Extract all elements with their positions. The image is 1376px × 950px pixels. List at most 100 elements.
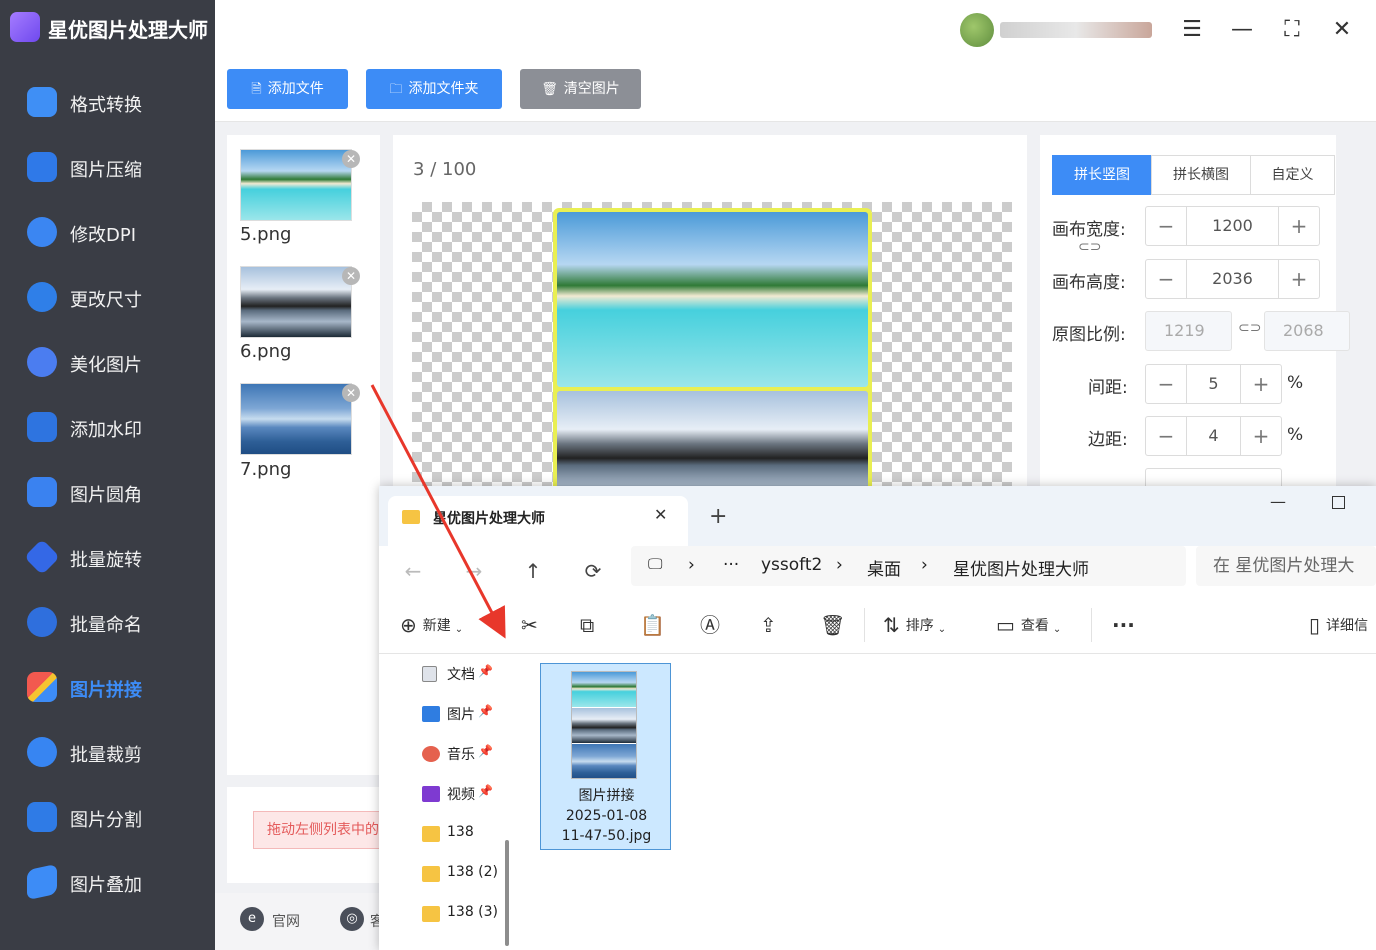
address-bar[interactable]: 🖵 › ··· yssoft2 › 桌面 › 星优图片处理大师 <box>631 546 1186 586</box>
chevron-right-icon: › <box>688 555 695 575</box>
tab-horizontal-stitch[interactable]: 拼长横图 <box>1151 155 1251 195</box>
minus-button[interactable]: − <box>1146 417 1186 455</box>
sidebar-item-split[interactable]: 图片分割 <box>0 790 215 846</box>
breadcrumb[interactable]: yssoft2 <box>761 555 822 575</box>
scrollbar[interactable] <box>505 840 509 946</box>
minus-button[interactable]: − <box>1146 260 1186 298</box>
percent-sign: % <box>1287 373 1304 393</box>
sidebar-item-rotate[interactable]: 批量旋转 <box>0 530 215 586</box>
thumbnail-7[interactable] <box>240 383 352 455</box>
sidebar-item-resize[interactable]: 更改尺寸 <box>0 270 215 326</box>
add-folder-button[interactable]: 🗀 添加文件夹 <box>366 69 502 109</box>
rename-icon[interactable]: Ⓐ <box>700 613 720 637</box>
more-icon[interactable]: ··· <box>723 555 739 575</box>
stitched-preview[interactable] <box>553 208 872 511</box>
minus-button[interactable]: − <box>1146 365 1186 403</box>
search-input[interactable]: 在 星优图片处理大 <box>1196 546 1376 586</box>
pin-icon: 📌 <box>478 784 493 798</box>
breadcrumb[interactable]: 桌面 <box>867 555 901 580</box>
app-window: 星优图片处理大师 格式转换 图片压缩 修改DPI 更改尺寸 美化图片 添加水印 … <box>0 0 1376 950</box>
up-icon[interactable]: ↑ <box>520 558 546 584</box>
preview-image-beach <box>557 212 868 387</box>
add-file-button[interactable]: 🗎 添加文件 <box>227 69 348 109</box>
maximize-icon[interactable] <box>1332 496 1345 509</box>
file-item[interactable]: 图片拼接 2025-01-08 11-47-50.jpg <box>540 663 671 850</box>
sidebar-item-stitch[interactable]: 图片拼接 <box>0 660 215 716</box>
nav-item-music[interactable]: 音乐 📌 <box>422 740 522 770</box>
new-tab-icon[interactable]: + <box>709 504 727 529</box>
clear-images-button[interactable]: 🗑 清空图片 <box>520 69 641 109</box>
sort-button[interactable]: ⇅ 排序 ⌄ <box>883 613 946 642</box>
sidebar-item-round-corner[interactable]: 图片圆角 <box>0 465 215 521</box>
new-button[interactable]: ⊕ 新建 ⌄ <box>400 613 463 642</box>
link-icon[interactable]: ⊂⊃ <box>1078 239 1101 255</box>
sidebar-item-beautify[interactable]: 美化图片 <box>0 335 215 391</box>
remove-icon[interactable]: ✕ <box>342 384 360 402</box>
paste-icon[interactable]: 📋 <box>640 613 665 637</box>
link-icon: ⊂⊃ <box>1238 320 1262 336</box>
forward-icon[interactable]: → <box>461 558 487 584</box>
plus-button[interactable]: + <box>1279 260 1319 298</box>
more-options-icon[interactable]: ··· <box>1112 613 1135 637</box>
canvas-width-stepper: − 1200 + <box>1145 206 1320 246</box>
sidebar-item-compress[interactable]: 图片压缩 <box>0 140 215 196</box>
canvas-width-value[interactable]: 1200 <box>1186 207 1279 245</box>
minimize-icon[interactable]: — <box>1230 18 1254 42</box>
puzzle-icon <box>27 672 57 702</box>
plus-button[interactable]: + <box>1241 365 1281 403</box>
sidebar-item-watermark[interactable]: 添加水印 <box>0 400 215 456</box>
tab-custom[interactable]: 自定义 <box>1250 155 1335 195</box>
sidebar-item-crop[interactable]: 批量裁剪 <box>0 725 215 781</box>
breadcrumb[interactable]: 星优图片处理大师 <box>953 555 1089 580</box>
sidebar-item-overlay[interactable]: 图片叠加 <box>0 855 215 911</box>
support-icon[interactable]: ◎ <box>340 907 364 931</box>
sidebar-item-rename[interactable]: 批量命名 <box>0 595 215 651</box>
explorer-tab[interactable]: 星优图片处理大师 ✕ <box>388 496 688 546</box>
close-tab-icon[interactable]: ✕ <box>654 505 667 524</box>
pin-icon: 📌 <box>478 744 493 758</box>
nav-item-pictures[interactable]: 图片 📌 <box>422 700 522 730</box>
crop-icon <box>27 737 57 767</box>
sidebar-item-format-convert[interactable]: 格式转换 <box>0 75 215 131</box>
maximize-icon[interactable]: ⛶ <box>1280 18 1304 42</box>
tab-vertical-stitch[interactable]: 拼长竖图 <box>1052 155 1152 195</box>
copy-icon[interactable]: ⧉ <box>580 613 594 637</box>
folder-icon <box>422 826 440 842</box>
canvas-height-value[interactable]: 2036 <box>1186 260 1279 298</box>
thumbnail-5[interactable] <box>240 149 352 221</box>
details-button[interactable]: ▯ 详细信 <box>1309 613 1368 638</box>
delete-icon[interactable]: 🗑 <box>820 613 845 637</box>
canvas-height-label: 画布高度: <box>1052 273 1126 293</box>
share-icon[interactable]: ⇪ <box>760 613 777 637</box>
rename-icon <box>27 607 57 637</box>
thumbnail-6[interactable] <box>240 266 352 338</box>
thumb-part-beach <box>572 672 636 707</box>
user-name-blurred[interactable] <box>1000 22 1152 38</box>
thumb-part-mountain <box>572 708 636 743</box>
user-avatar[interactable] <box>960 13 994 47</box>
file-name: 7.png <box>240 459 292 480</box>
minimize-icon[interactable]: — <box>1270 492 1286 511</box>
view-button[interactable]: ▭ 查看 ⌄ <box>996 613 1061 642</box>
margin-value[interactable]: 4 <box>1186 417 1241 455</box>
back-icon[interactable]: ← <box>400 558 426 584</box>
plus-button[interactable]: + <box>1279 207 1319 245</box>
nav-item-videos[interactable]: 视频 📌 <box>422 780 522 810</box>
refresh-icon[interactable]: ⟳ <box>580 558 606 584</box>
spacing-value[interactable]: 5 <box>1186 365 1241 403</box>
settings-sliders-icon[interactable]: ☰ <box>1180 18 1204 42</box>
pin-icon: 📌 <box>478 704 493 718</box>
spacing-stepper: − 5 + <box>1145 364 1282 404</box>
remove-icon[interactable]: ✕ <box>342 267 360 285</box>
website-link[interactable]: 官网 <box>272 911 300 931</box>
plus-button[interactable]: + <box>1241 417 1281 455</box>
minus-button[interactable]: − <box>1146 207 1186 245</box>
address-bar-row: ← → ↑ ⟳ 🖵 › ··· yssoft2 › 桌面 › 星优图片处理大师 … <box>379 546 1376 596</box>
document-icon <box>422 666 437 682</box>
remove-icon[interactable]: ✕ <box>342 150 360 168</box>
nav-item-documents[interactable]: 文档 📌 <box>422 660 522 690</box>
close-icon[interactable]: ✕ <box>1330 18 1354 42</box>
sidebar-item-dpi[interactable]: 修改DPI <box>0 205 215 261</box>
website-icon[interactable]: e <box>240 907 264 931</box>
cut-icon[interactable]: ✂ <box>521 613 538 637</box>
